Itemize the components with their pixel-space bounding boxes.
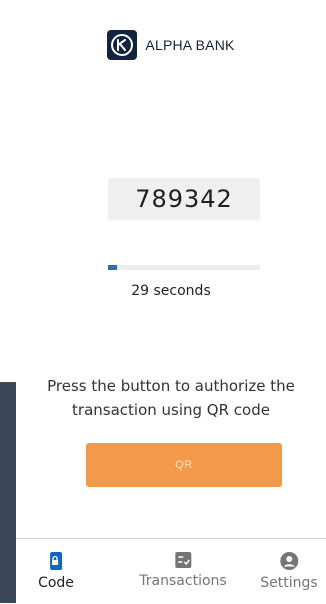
app-header: ALPHA BANK: [16, 30, 326, 60]
app-screen: ALPHA BANK 789342 29 seconds Press the b…: [16, 0, 326, 604]
timer-seconds-label: 29 seconds: [131, 283, 211, 299]
checklist-icon: [174, 552, 191, 568]
brand-name: ALPHA BANK: [145, 37, 235, 53]
timer-progress-fill: [108, 265, 118, 270]
nav-label-settings: Settings: [260, 575, 318, 591]
bottom-navigation: Code Transactions Settings: [16, 538, 326, 604]
nav-item-code[interactable]: Code: [38, 551, 74, 591]
user-circle-icon: [279, 552, 298, 570]
phone-lock-icon: [50, 552, 62, 570]
nav-label-transactions: Transactions: [139, 573, 227, 589]
timer-progress-bar: [108, 265, 260, 270]
otp-code: 789342: [108, 178, 260, 220]
nav-label-code: Code: [38, 575, 74, 591]
left-backdrop-dark-panel: [0, 382, 16, 603]
nav-item-transactions[interactable]: Transactions: [139, 551, 227, 589]
qr-button[interactable]: QR: [86, 443, 282, 487]
instruction-text: Press the button to authorize the transa…: [47, 377, 295, 419]
alpha-bank-logo-icon: [107, 30, 138, 60]
nav-item-settings[interactable]: Settings: [260, 551, 318, 591]
